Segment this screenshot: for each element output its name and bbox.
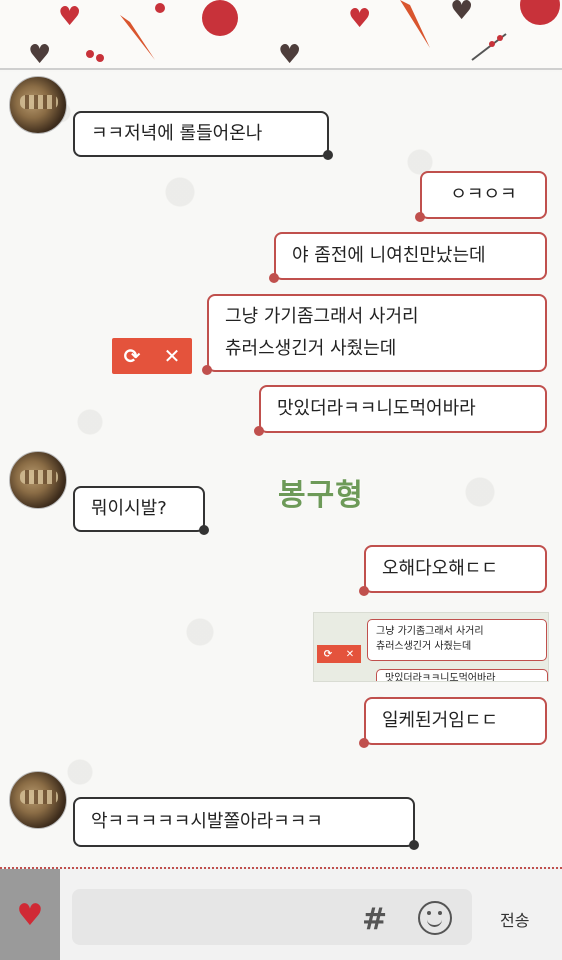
bubble-tail [323,150,333,160]
message-bubble-outgoing[interactable]: 일케된거임ㄷㄷ [359,697,547,748]
heart-icon: ♥ [16,898,44,933]
message-text: ㅋㅋ저녁에 롤들어온나 [91,123,263,144]
apple-icon [520,0,560,25]
message-text: 악ㅋㅋㅋㅋㅋ시발쫄아라ㅋㅋㅋ [91,811,323,832]
bubble-tail [359,586,369,596]
heart-icon: ♥ [278,40,302,70]
avatar[interactable] [9,76,67,134]
message-text-line: 그냥 가기좀그래서 사거리 [225,306,419,327]
message-bubble-incoming[interactable]: 악ㅋㅋㅋㅋㅋ시발쫄아라ㅋㅋㅋ [73,797,419,850]
message-bubble-outgoing[interactable]: ㅇㅋㅇㅋ [415,171,547,222]
resend-controls[interactable]: ⟳ ✕ [112,338,192,374]
image-resend-controls: ⟳ ✕ [317,645,361,663]
bubble-tail [269,273,279,283]
retry-icon: ⟳ [323,648,333,660]
attached-image[interactable]: ⟳ ✕ 그냥 가기좀그래서 사거리 츄러스생긴거 사줬는데 맛있더라ㅋㅋ니도먹어… [313,612,549,682]
message-text: 뭐이시발? [91,498,167,519]
bubble-tail [254,426,264,436]
berry-icon [86,50,104,62]
heart-icon: ♥ [28,40,52,70]
carrot-icon [400,0,430,48]
watermark: 봉구형 [278,478,364,513]
message-bubble-incoming[interactable]: 뭐이시발? [73,486,209,535]
image-text-line: 그냥 가기좀그래서 사거리 [376,626,484,637]
message-text: ㅇㅋㅇㅋ [450,184,517,205]
image-message-bubble: 맛있더라ㅋㅋ니도먹어바라 [376,669,548,682]
apple-icon [202,0,238,36]
message-bubble-incoming[interactable]: ㅋㅋ저녁에 롤들어온나 [73,111,333,160]
heart-icon: ♥ [348,4,372,34]
image-text-line: 맛있더라ㅋㅋ니도먹어바라 [385,673,496,682]
bubble-tail [415,212,425,222]
message-text: 야 좀전에 니여친만났는데 [292,245,486,266]
avatar[interactable] [9,451,67,509]
message-bubble-outgoing[interactable]: 맛있더라ㅋㅋ니도먹어바라 [254,385,547,436]
message-text: 맛있더라ㅋㅋ니도먹어바라 [277,398,476,419]
message-bubble-outgoing[interactable]: 그냥 가기좀그래서 사거리 츄러스생긴거 사줬는데 [202,294,547,375]
heart-button[interactable]: ♥ [0,869,60,960]
bubble-tail [409,840,419,850]
header-decoration: ♥ ♥ ♥ ♥ ♥ [0,0,562,70]
bubble-tail [199,525,209,535]
cancel-icon: ✕ [345,648,355,660]
message-input[interactable] [72,889,472,945]
message-bubble-outgoing[interactable]: 오해다오해ㄷㄷ [359,545,547,596]
message-text-line: 츄러스생긴거 사줬는데 [225,338,397,359]
input-bar: ♥ # 전송 [0,867,562,960]
avatar[interactable] [9,771,67,829]
cancel-icon[interactable]: ✕ [164,344,181,368]
heart-icon: ♥ [58,2,82,32]
image-text-line: 츄러스생긴거 사줬는데 [376,641,472,652]
emoticon-icon[interactable] [418,901,452,935]
branch-icon [471,33,507,61]
berry-icon [155,3,165,13]
heart-icon: ♥ [450,0,474,26]
send-button[interactable]: 전송 [500,907,529,931]
bubble-tail [202,365,212,375]
image-message-bubble: 그냥 가기좀그래서 사거리 츄러스생긴거 사줬는데 [367,619,547,661]
retry-icon[interactable]: ⟳ [124,344,141,368]
message-text: 일케된거임ㄷㄷ [382,710,498,731]
message-text: 오해다오해ㄷㄷ [382,558,498,579]
bubble-tail [359,738,369,748]
hashtag-icon[interactable]: # [362,902,387,937]
message-bubble-outgoing[interactable]: 야 좀전에 니여친만났는데 [269,232,547,283]
carrot-icon [120,15,155,60]
